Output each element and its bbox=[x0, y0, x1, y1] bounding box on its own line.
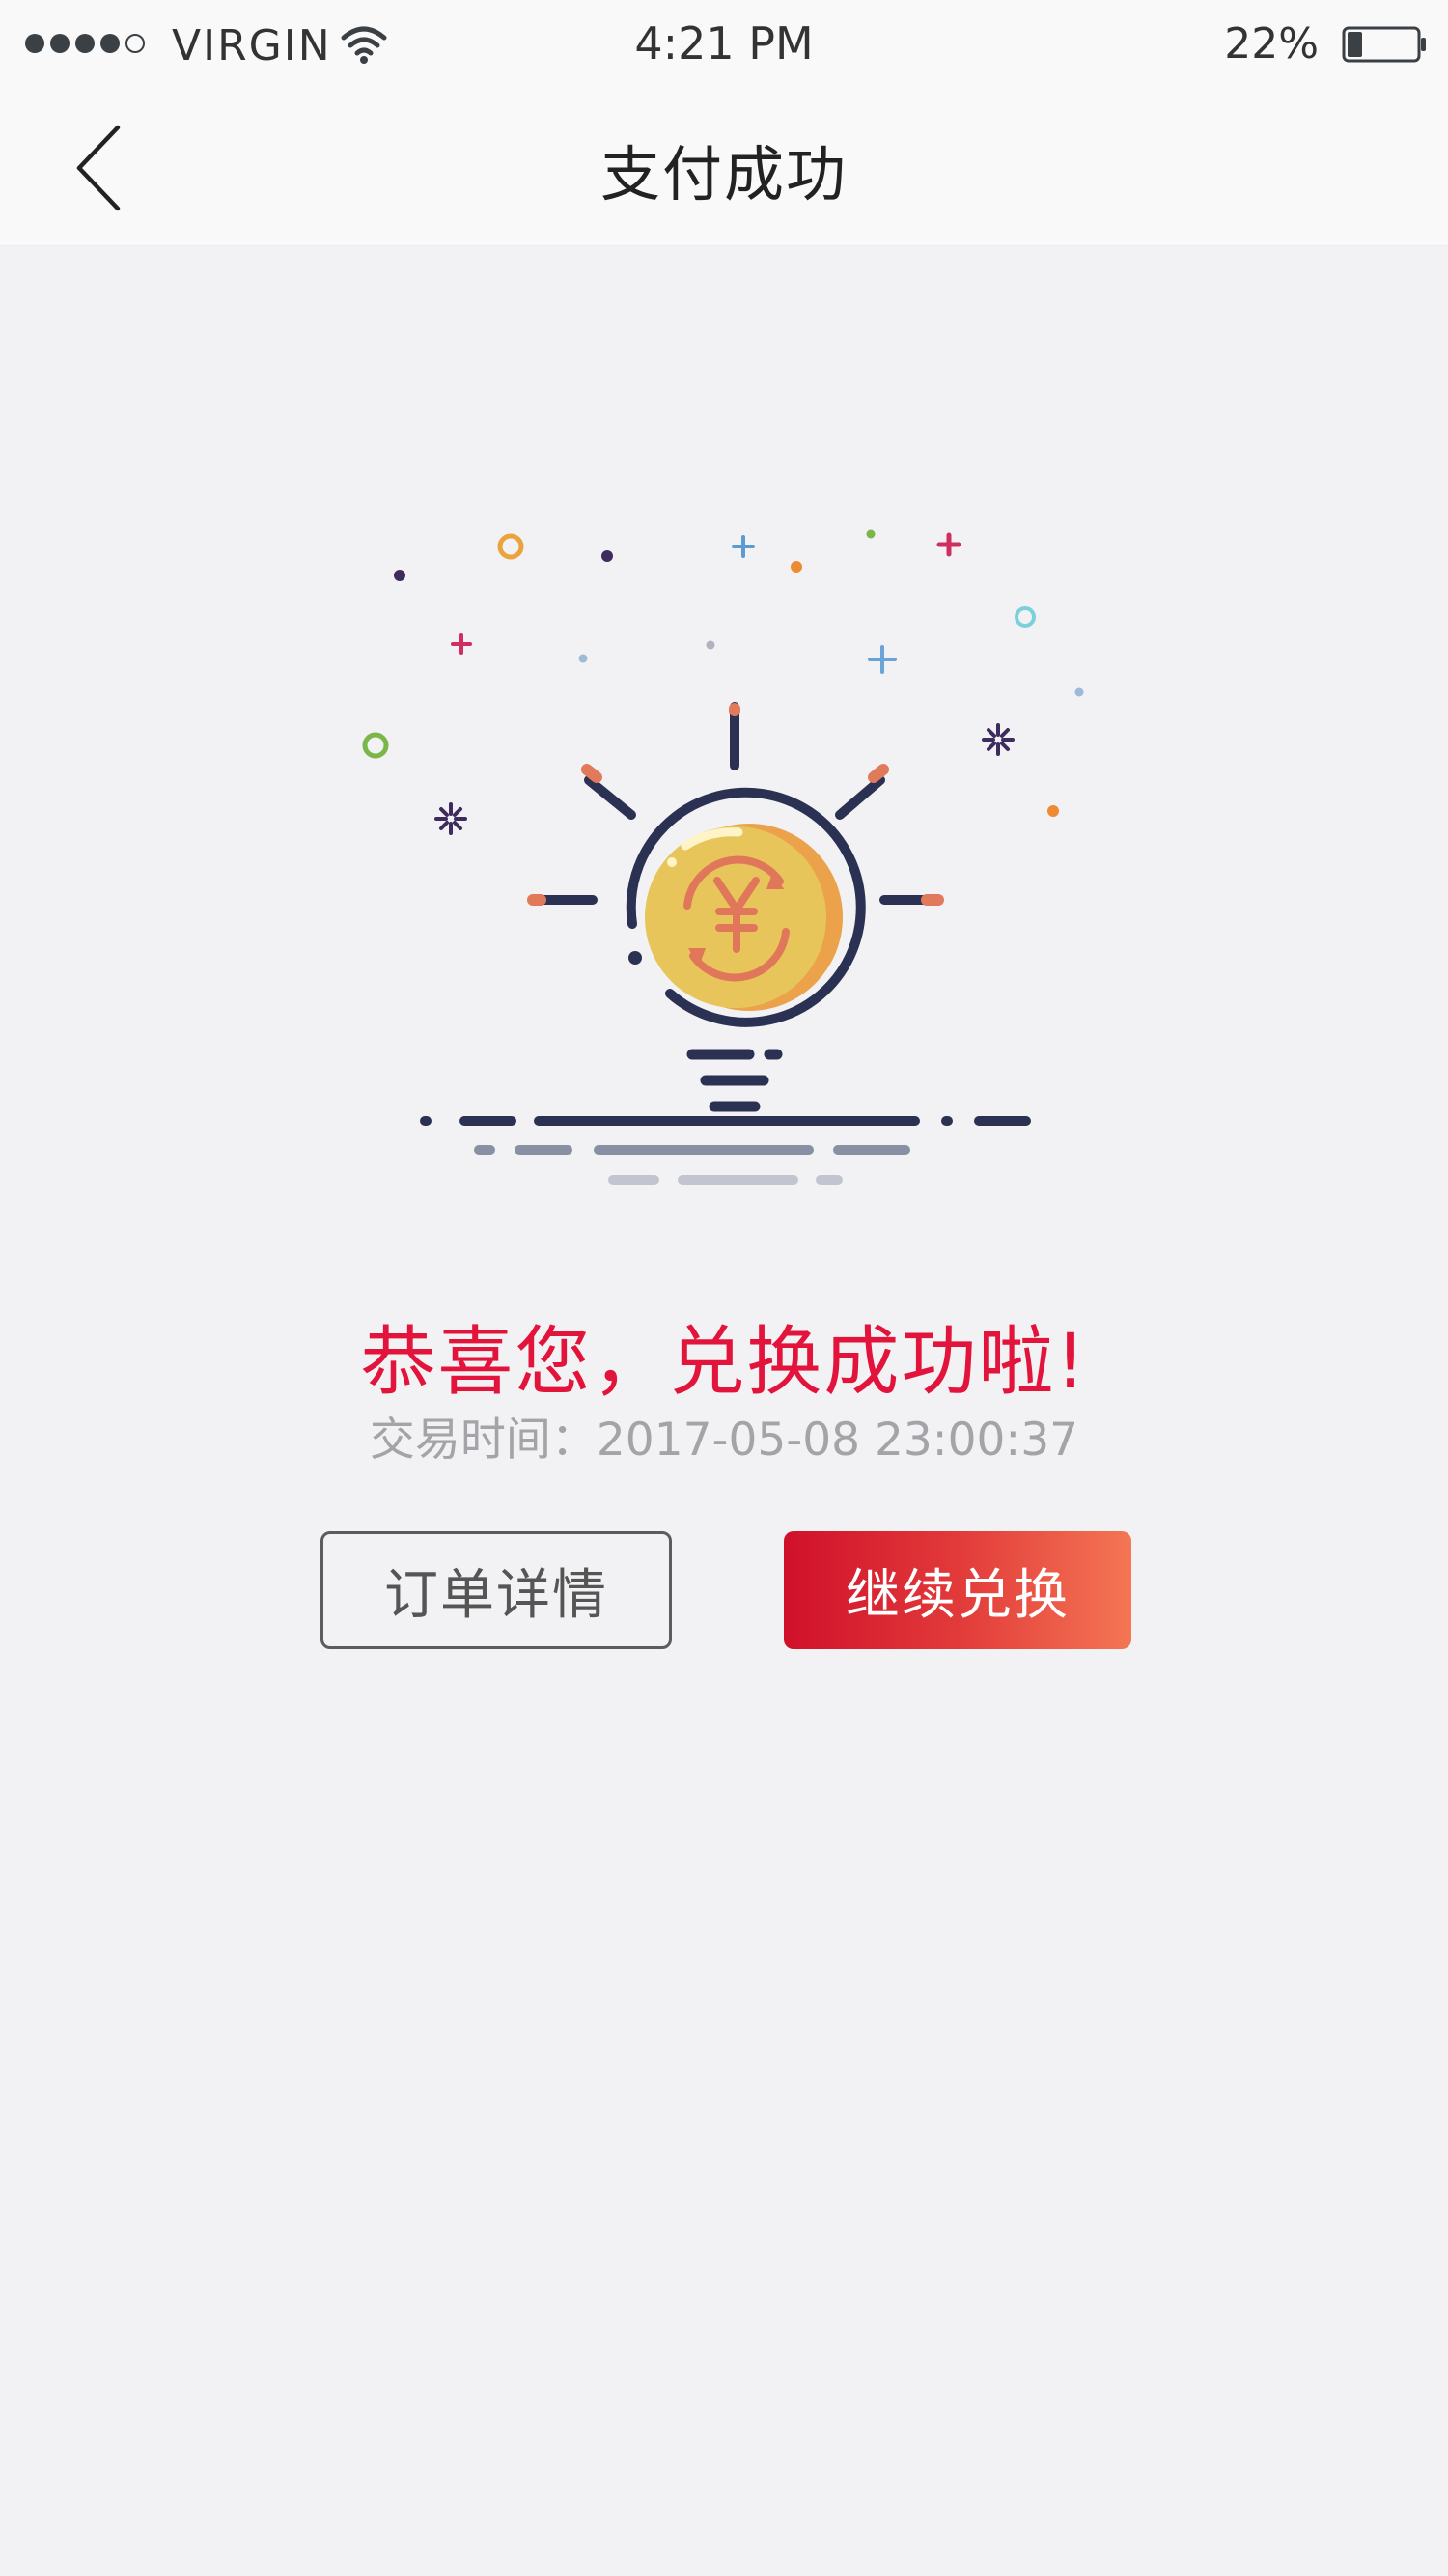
coin-icon bbox=[645, 824, 843, 1011]
lightbulb-yen-coin-icon bbox=[362, 529, 1084, 1185]
page-title: 支付成功 bbox=[599, 139, 848, 210]
transaction-time-value: 2017-05-08 23:00:37 bbox=[596, 1414, 1079, 1467]
confetti-decoration bbox=[362, 529, 1084, 835]
status-bar: VIRGIN 4:21 PM 22% bbox=[0, 0, 1448, 89]
transaction-time: 交易时间：2017-05-08 23:00:37 bbox=[0, 1402, 1448, 1469]
success-message: 恭喜您，兑换成功啦! bbox=[360, 1319, 1088, 1406]
ground-lines bbox=[420, 1116, 1031, 1185]
order-details-button[interactable]: 订单详情 bbox=[320, 1531, 672, 1649]
continue-exchange-button[interactable]: 继续兑换 bbox=[784, 1531, 1131, 1649]
battery-percent: 22% bbox=[1224, 19, 1319, 69]
navigation-bar: 支付成功 bbox=[0, 89, 1448, 246]
bulb-base bbox=[686, 1049, 783, 1112]
battery-icon bbox=[1342, 26, 1426, 63]
transaction-time-label: 交易时间： bbox=[369, 1414, 597, 1467]
